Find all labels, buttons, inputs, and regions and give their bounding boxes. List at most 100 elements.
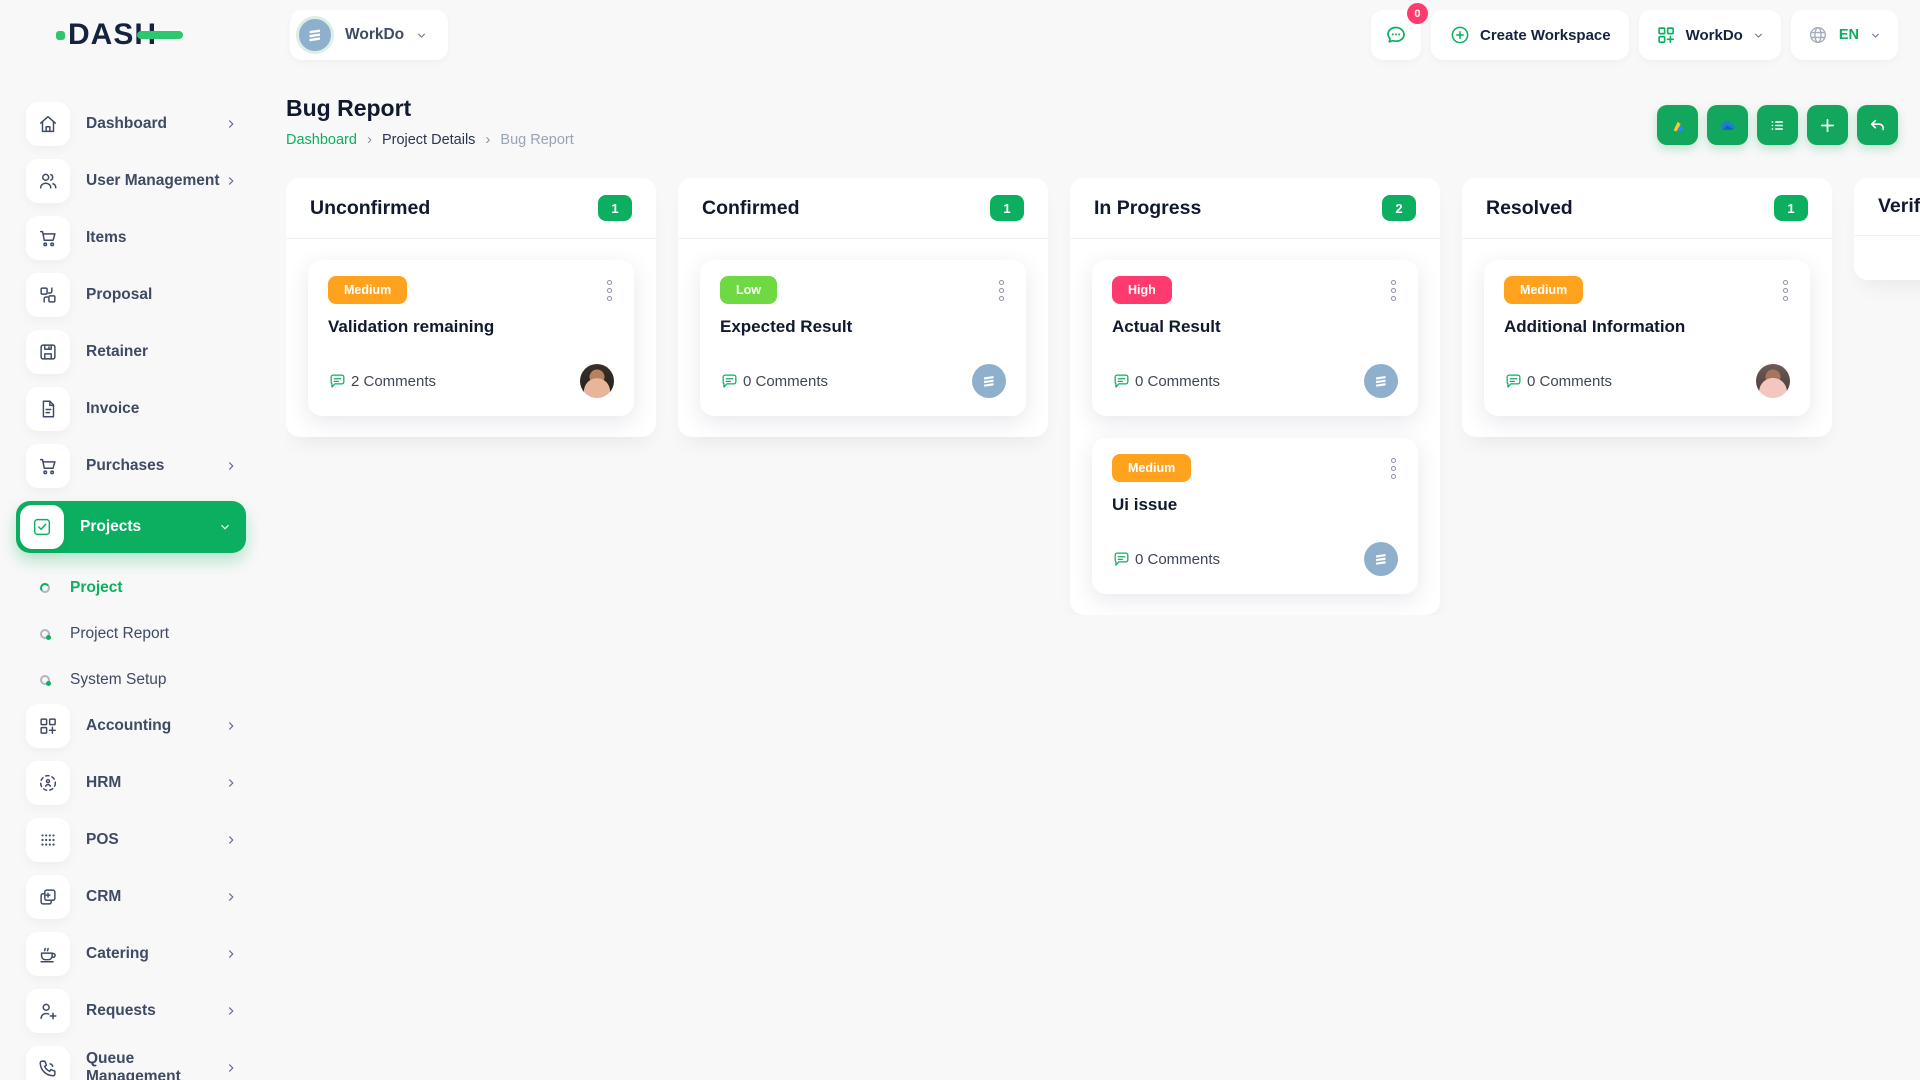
app-switcher-label: WorkDo bbox=[1686, 27, 1743, 44]
sidebar-item-projects[interactable]: Projects bbox=[16, 501, 246, 553]
column-count-badge: 1 bbox=[990, 195, 1024, 221]
assignee-avatar bbox=[972, 364, 1006, 398]
create-workspace-button[interactable]: Create Workspace bbox=[1431, 10, 1629, 60]
onedrive-button[interactable] bbox=[1707, 105, 1748, 145]
column-title: Unconfirmed bbox=[310, 197, 430, 220]
sidebar-item-items[interactable]: Items bbox=[16, 216, 246, 260]
sidebar-item-label: Dashboard bbox=[86, 115, 224, 133]
app-switcher-dropdown[interactable]: WorkDo bbox=[1639, 10, 1781, 60]
chevron-right-icon bbox=[224, 833, 238, 847]
kanban-card[interactable]: Medium Validation remaining 2 Comments bbox=[308, 260, 634, 416]
sidebar-subitem-project[interactable]: Project bbox=[16, 566, 244, 610]
sidebar-item-label: Catering bbox=[86, 945, 224, 963]
sidebar-item-dashboard[interactable]: Dashboard bbox=[16, 102, 246, 146]
plus-icon bbox=[1817, 115, 1838, 136]
sidebar-item-proposal[interactable]: Proposal bbox=[16, 273, 246, 317]
sidebar-item-label: HRM bbox=[86, 774, 224, 792]
workspace-selector[interactable]: WorkDo bbox=[290, 10, 448, 60]
column-title: Resolved bbox=[1486, 197, 1573, 220]
kanban-card[interactable]: Medium Additional Information 0 Comments bbox=[1484, 260, 1810, 416]
chevron-down-icon bbox=[415, 29, 428, 42]
comments-label: 2 Comments bbox=[351, 373, 436, 390]
focus-icon bbox=[26, 761, 70, 805]
file-icon bbox=[26, 387, 70, 431]
cart-icon bbox=[26, 444, 70, 488]
chevron-down-icon bbox=[1869, 29, 1882, 42]
sidebar-item-hrm[interactable]: HRM bbox=[16, 761, 246, 805]
messages-button[interactable]: 0 bbox=[1371, 10, 1421, 60]
breadcrumb-dashboard[interactable]: Dashboard bbox=[286, 132, 357, 148]
sidebar-item-accounting[interactable]: Accounting bbox=[16, 704, 246, 748]
card-title: Actual Result bbox=[1112, 317, 1398, 337]
sidebar-item-label: CRM bbox=[86, 888, 224, 906]
logo-dash-icon bbox=[137, 31, 183, 39]
list-icon bbox=[1767, 115, 1788, 136]
sidebar-item-label: User Management bbox=[86, 172, 224, 190]
card-menu-button[interactable] bbox=[605, 276, 614, 305]
sidebar-subitem-project-report[interactable]: Project Report bbox=[16, 612, 244, 656]
building-icon bbox=[979, 371, 999, 391]
comments-count: 2 Comments bbox=[328, 372, 436, 391]
sidebar-item-user-management[interactable]: User Management bbox=[16, 159, 246, 203]
google-drive-button[interactable] bbox=[1657, 105, 1698, 145]
language-dropdown[interactable]: EN bbox=[1791, 10, 1898, 60]
card-title: Expected Result bbox=[720, 317, 1006, 337]
comments-count: 0 Comments bbox=[1112, 372, 1220, 391]
comment-icon bbox=[1504, 372, 1523, 391]
sidebar-item-label: POS bbox=[86, 831, 224, 849]
dots-grid-icon bbox=[26, 818, 70, 862]
sidebar-item-crm[interactable]: CRM bbox=[16, 875, 246, 919]
cart-icon bbox=[26, 216, 70, 260]
add-button[interactable] bbox=[1807, 105, 1848, 145]
chevron-right-icon bbox=[224, 1004, 238, 1018]
list-view-button[interactable] bbox=[1757, 105, 1798, 145]
sidebar-item-catering[interactable]: Catering bbox=[16, 932, 246, 976]
building-icon bbox=[1371, 371, 1391, 391]
kanban-card[interactable]: High Actual Result 0 Comments bbox=[1092, 260, 1418, 416]
copy-plus-icon bbox=[26, 875, 70, 919]
priority-badge: High bbox=[1112, 276, 1172, 304]
sidebar-item-retainer[interactable]: Retainer bbox=[16, 330, 246, 374]
sidebar-item-label: Items bbox=[86, 229, 246, 247]
card-menu-button[interactable] bbox=[1781, 276, 1790, 305]
sidebar-item-label: Retainer bbox=[86, 343, 246, 361]
comments-label: 0 Comments bbox=[1135, 551, 1220, 568]
sidebar-item-label: Queue Management bbox=[86, 1050, 224, 1080]
building-icon bbox=[1371, 549, 1391, 569]
bullet-icon bbox=[39, 582, 50, 593]
sidebar-item-invoice[interactable]: Invoice bbox=[16, 387, 246, 431]
kanban-column-resolved: Resolved 1 Medium Additional Information bbox=[1462, 178, 1832, 437]
breadcrumb-project-details[interactable]: Project Details bbox=[382, 132, 475, 148]
messages-count-badge: 0 bbox=[1407, 3, 1428, 24]
card-menu-button[interactable] bbox=[997, 276, 1006, 305]
comments-label: 0 Comments bbox=[1135, 373, 1220, 390]
building-icon bbox=[304, 24, 326, 46]
column-title: Verified bbox=[1878, 195, 1920, 218]
google-drive-icon bbox=[1667, 115, 1688, 136]
chevron-down-icon bbox=[218, 520, 232, 534]
comment-icon bbox=[328, 372, 347, 391]
column-count-badge: 2 bbox=[1382, 195, 1416, 221]
sidebar-item-label: Accounting bbox=[86, 717, 224, 735]
sidebar-subitem-system-setup[interactable]: System Setup bbox=[16, 658, 244, 702]
card-menu-button[interactable] bbox=[1389, 454, 1398, 483]
chevron-down-icon bbox=[1752, 29, 1765, 42]
logo-dot-icon bbox=[56, 31, 65, 40]
back-button[interactable] bbox=[1857, 105, 1898, 145]
sidebar-item-queue-management[interactable]: Queue Management bbox=[16, 1046, 246, 1080]
comments-label: 0 Comments bbox=[743, 373, 828, 390]
card-menu-button[interactable] bbox=[1389, 276, 1398, 305]
app-logo[interactable]: DASH bbox=[0, 18, 260, 52]
chevron-right-icon bbox=[224, 1061, 238, 1075]
kanban-column-confirmed: Confirmed 1 Low Expected Result bbox=[678, 178, 1048, 437]
comments-count: 0 Comments bbox=[1504, 372, 1612, 391]
assignee-avatar bbox=[1364, 364, 1398, 398]
sidebar-item-purchases[interactable]: Purchases bbox=[16, 444, 246, 488]
kanban-card[interactable]: Low Expected Result 0 Comments bbox=[700, 260, 1026, 416]
kanban-column-unconfirmed: Unconfirmed 1 Medium Validation remainin… bbox=[286, 178, 656, 437]
sidebar-item-requests[interactable]: Requests bbox=[16, 989, 246, 1033]
kanban-card[interactable]: Medium Ui issue 0 Comments bbox=[1092, 438, 1418, 594]
sidebar-subitem-label: Project Report bbox=[70, 625, 244, 643]
sidebar-item-pos[interactable]: POS bbox=[16, 818, 246, 862]
priority-badge: Medium bbox=[1504, 276, 1583, 304]
